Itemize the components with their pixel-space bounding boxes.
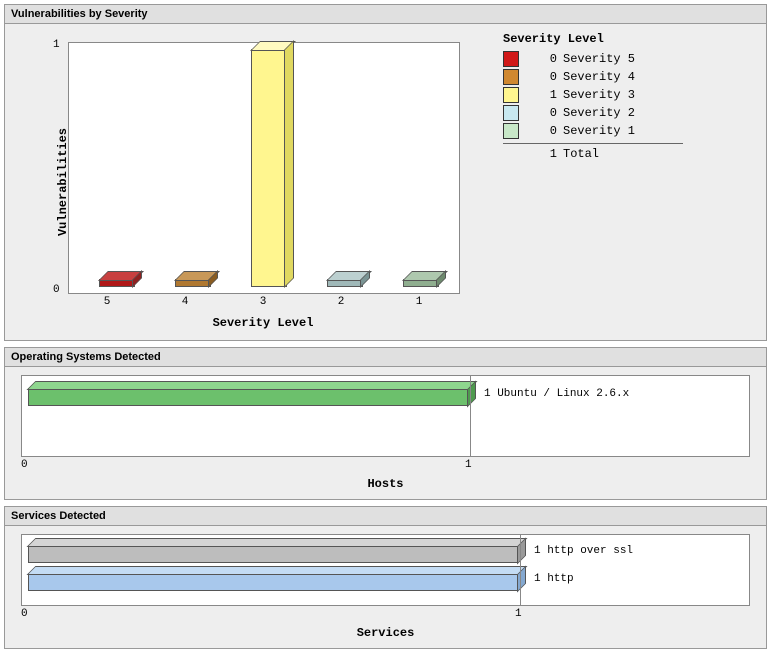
vulnerabilities-panel: Vulnerabilities by Severity Vulnerabilit…: [4, 4, 767, 341]
ytick-1: 1: [53, 39, 60, 51]
legend-swatch-sev1: [503, 123, 519, 139]
legend-label: Severity 2: [563, 106, 635, 120]
xtick: 2: [302, 296, 380, 308]
services-bar-http: [28, 573, 518, 589]
bar-sev4: [175, 279, 209, 287]
legend-swatch-sev5: [503, 51, 519, 67]
xtick: 1: [515, 608, 522, 620]
legend-label: Severity 3: [563, 88, 635, 102]
os-xticks: 0 1: [21, 459, 750, 473]
legend-row-sev3: 1 Severity 3: [503, 86, 683, 104]
severity-legend-title: Severity Level: [503, 32, 683, 46]
legend-row-sev2: 0 Severity 2: [503, 104, 683, 122]
os-detected-body: 1 Ubuntu / Linux 2.6.x 0 1 Hosts: [5, 367, 766, 499]
legend-count: 0: [527, 70, 557, 84]
legend-label: Severity 1: [563, 124, 635, 138]
services-bar-https: [28, 545, 518, 561]
services-detected-body: 1 http over ssl 1 http 0 1 Services: [5, 526, 766, 648]
vulnerabilities-panel-title: Vulnerabilities by Severity: [5, 5, 766, 24]
os-bar-ubuntu: [28, 388, 468, 404]
legend-count: 1: [527, 88, 557, 102]
legend-separator: [503, 143, 683, 144]
vulnerabilities-xticks: 5 4 3 2 1: [68, 296, 458, 308]
legend-label: Severity 5: [563, 52, 635, 66]
legend-swatch-sev3: [503, 87, 519, 103]
legend-total-label: Total: [563, 147, 599, 161]
services-detected-panel: Services Detected 1 http over ssl 1 http…: [4, 506, 767, 649]
bar-sev3: [251, 49, 285, 287]
services-detected-title: Services Detected: [5, 507, 766, 526]
xtick: 4: [146, 296, 224, 308]
grid-line: [520, 535, 521, 605]
severity-legend: Severity Level 0 Severity 5 0 Severity 4…: [503, 32, 683, 332]
ytick-0: 0: [53, 284, 60, 296]
legend-row-sev4: 0 Severity 4: [503, 68, 683, 86]
vulnerabilities-chart: Vulnerabilities 1 0: [13, 32, 483, 332]
services-xticks: 0 1: [21, 608, 750, 622]
bar-sev2: [327, 279, 361, 287]
services-bar-https-label: 1 http over ssl: [534, 545, 633, 557]
bar-sev5: [99, 279, 133, 287]
xtick: 0: [21, 459, 28, 471]
os-xlabel: Hosts: [13, 477, 758, 491]
xtick: 1: [465, 459, 472, 471]
vulnerabilities-panel-body: Vulnerabilities 1 0: [5, 24, 766, 340]
legend-total-row: 1 Total: [503, 147, 683, 161]
services-xlabel: Services: [13, 626, 758, 640]
legend-row-sev1: 0 Severity 1: [503, 122, 683, 140]
services-detected-plot: 1 http over ssl 1 http: [21, 534, 750, 606]
xtick: 5: [68, 296, 146, 308]
legend-count: 0: [527, 106, 557, 120]
xtick: 0: [21, 608, 28, 620]
services-bar-http-label: 1 http: [534, 573, 574, 585]
legend-count: 0: [527, 124, 557, 138]
vulnerabilities-plot: [68, 42, 460, 294]
legend-label: Severity 4: [563, 70, 635, 84]
legend-total-count: 1: [527, 147, 557, 161]
legend-swatch-sev2: [503, 105, 519, 121]
vulnerabilities-xlabel: Severity Level: [68, 316, 458, 330]
os-detected-panel: Operating Systems Detected 1 Ubuntu / Li…: [4, 347, 767, 500]
bar-sev1: [403, 279, 437, 287]
legend-row-sev5: 0 Severity 5: [503, 50, 683, 68]
os-bar-ubuntu-label: 1 Ubuntu / Linux 2.6.x: [484, 388, 629, 400]
os-detected-title: Operating Systems Detected: [5, 348, 766, 367]
legend-swatch-sev4: [503, 69, 519, 85]
os-detected-plot: 1 Ubuntu / Linux 2.6.x: [21, 375, 750, 457]
xtick: 3: [224, 296, 302, 308]
grid-line: [470, 376, 471, 456]
xtick: 1: [380, 296, 458, 308]
legend-count: 0: [527, 52, 557, 66]
